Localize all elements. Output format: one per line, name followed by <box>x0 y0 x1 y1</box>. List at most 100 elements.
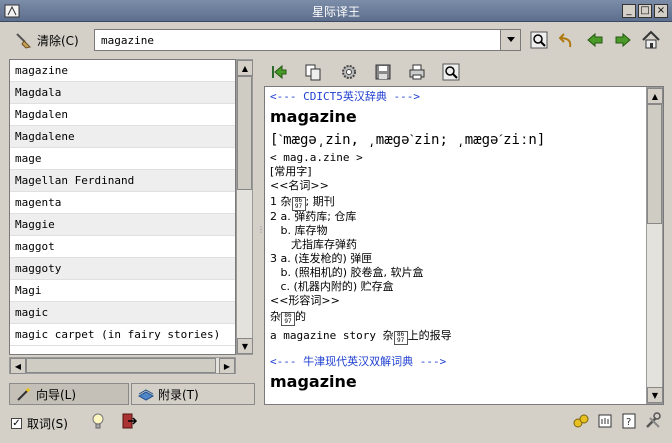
hscroll-thumb[interactable] <box>26 358 216 373</box>
headword-2: magazine <box>270 372 357 391</box>
pane-splitter[interactable]: ⋮ <box>257 225 265 239</box>
tab-guide-label: 向导(L) <box>36 387 77 402</box>
definition-toolbar <box>264 59 664 85</box>
scroll-down-button[interactable]: ▼ <box>237 338 253 354</box>
floppy-disk-icon <box>375 64 391 80</box>
sense-2a: 2 a. 弹药库; 仓库 <box>270 210 357 223</box>
list-item[interactable]: magazine <box>10 60 235 82</box>
phonetic: [ˋmægə͵zin, ͵mægəˋzin; ͵mægəˊziːn] <box>270 132 546 148</box>
lightbulb-icon[interactable] <box>90 412 106 430</box>
scan-toggle[interactable]: ✓ 取词(S) <box>11 415 68 432</box>
pos-noun: <<名词>> <box>270 179 329 192</box>
dictionary-manage-icon[interactable] <box>572 412 590 430</box>
list-item[interactable]: Magellan Ferdinand <box>10 170 235 192</box>
title-bar: 星际译王 _ □ × <box>0 0 672 22</box>
arrow-right-icon <box>615 32 631 48</box>
sense-2b-note: 尤指库存弹药 <box>270 238 357 251</box>
exit-icon[interactable] <box>120 412 138 430</box>
syllables: < mag.a.zine > <box>270 151 363 164</box>
window-title: 星际译王 <box>311 5 360 19</box>
scroll-thumb[interactable] <box>647 104 662 224</box>
tab-guide[interactable]: 向导(L) <box>9 383 129 405</box>
scroll-right-button[interactable]: ▶ <box>219 358 235 374</box>
tab-appendix-label: 附录(T) <box>158 387 199 402</box>
pos-adjective: <<形容词>> <box>270 294 340 307</box>
common-word-tag: [常用字] <box>270 165 312 178</box>
word-list: magazine Magdala Magdalen Magdalene mage… <box>9 59 236 355</box>
forward-button[interactable] <box>612 29 634 51</box>
find-in-page-button[interactable] <box>440 61 462 83</box>
sense-3c: c. (机器内附的) 贮存盒 <box>270 280 394 293</box>
svg-text:?: ? <box>626 417 631 428</box>
search-icon <box>442 63 460 81</box>
list-item[interactable]: Magdala <box>10 82 235 104</box>
search-button[interactable] <box>528 29 550 51</box>
scroll-up-button[interactable]: ▲ <box>647 88 663 104</box>
sense-2b: b. 库存物 <box>270 224 328 237</box>
list-item[interactable]: mage <box>10 148 235 170</box>
help-book-icon[interactable]: ? <box>620 412 638 430</box>
list-item[interactable]: maggot <box>10 236 235 258</box>
list-item[interactable]: Magi <box>10 280 235 302</box>
search-input[interactable] <box>95 30 521 50</box>
sense-1-suffix: ; 期刊 <box>305 195 335 208</box>
word-list-hscrollbar[interactable]: ◀ ▶ <box>9 357 236 374</box>
magic-wand-icon <box>17 387 31 401</box>
adjective-sense: 杂 86 97 的 <box>270 308 642 326</box>
list-item[interactable]: magenta <box>10 192 235 214</box>
list-item[interactable]: Magdalene <box>10 126 235 148</box>
home-button[interactable] <box>640 29 662 51</box>
example-suffix: 上的报导 <box>407 329 452 342</box>
sense-3a: 3 a. (连发枪的) 弹匣 <box>270 252 373 265</box>
maximize-button[interactable]: □ <box>638 4 652 18</box>
copy-button[interactable] <box>302 61 324 83</box>
print-button[interactable] <box>406 61 428 83</box>
adj-suffix: 的 <box>295 310 306 323</box>
undo-button[interactable] <box>556 29 578 51</box>
list-item[interactable]: Magdalen <box>10 104 235 126</box>
home-icon <box>642 30 660 49</box>
example-sentence: a magazine story 杂 86 97 上的报导 <box>270 326 642 346</box>
main-toolbar: 清除(C) <box>0 22 672 58</box>
search-icon <box>530 31 548 49</box>
printer-icon <box>409 64 425 80</box>
definition-vscrollbar[interactable]: ▲ ▼ <box>646 87 663 404</box>
scroll-down-button[interactable]: ▼ <box>647 387 663 403</box>
word-list-panel: magazine Magdala Magdalen Magdalene mage… <box>9 59 254 377</box>
scroll-left-button[interactable]: ◀ <box>10 358 26 374</box>
history-dropdown-button[interactable] <box>500 29 521 51</box>
scan-checkbox[interactable]: ✓ <box>11 418 22 429</box>
sense-1: 1 杂 86 97; 期刊 <box>270 193 642 211</box>
scroll-thumb[interactable] <box>237 76 252 190</box>
hand-icon[interactable] <box>596 412 614 430</box>
word-list-vscrollbar[interactable]: ▲ ▼ <box>236 59 253 355</box>
list-item[interactable]: Maggie <box>10 214 235 236</box>
jump-first-button[interactable] <box>268 61 290 83</box>
save-button[interactable] <box>372 61 394 83</box>
back-button[interactable] <box>584 29 606 51</box>
gear-icon <box>342 65 356 79</box>
scan-label: 取词(S) <box>27 417 68 431</box>
copy-icon <box>305 64 321 81</box>
list-item[interactable]: magic <box>10 302 235 324</box>
broom-icon <box>16 33 31 49</box>
jump-to-start-icon <box>272 64 287 80</box>
adj-prefix: 杂 <box>270 310 281 323</box>
scroll-up-button[interactable]: ▲ <box>237 60 253 76</box>
minimize-button[interactable]: _ <box>622 4 636 18</box>
definition-text: <--- CDICT5英汉辞典 ---> magazine [ˋmægə͵zin… <box>270 89 642 394</box>
dict-header-cdict5: <--- CDICT5英汉辞典 ---> <box>270 90 420 103</box>
close-button[interactable]: × <box>654 4 668 18</box>
tab-appendix[interactable]: 附录(T) <box>131 383 255 405</box>
dict-header-oxford: <--- 牛津现代英汉双解词典 ---> <box>270 355 447 368</box>
speak-button[interactable] <box>338 61 360 83</box>
sense-1-prefix: 1 杂 <box>270 195 292 208</box>
book-icon <box>138 389 154 401</box>
left-tabs: 向导(L) 附录(T) <box>9 383 255 405</box>
list-item[interactable]: maggoty <box>10 258 235 280</box>
clear-label: 清除(C) <box>37 33 79 48</box>
settings-tools-icon[interactable] <box>644 412 662 430</box>
missing-glyph-icon: 86 97 <box>291 197 306 211</box>
list-item[interactable]: magic carpet (in fairy stories) <box>10 324 235 346</box>
clear-button[interactable]: 清除(C) <box>14 29 79 51</box>
